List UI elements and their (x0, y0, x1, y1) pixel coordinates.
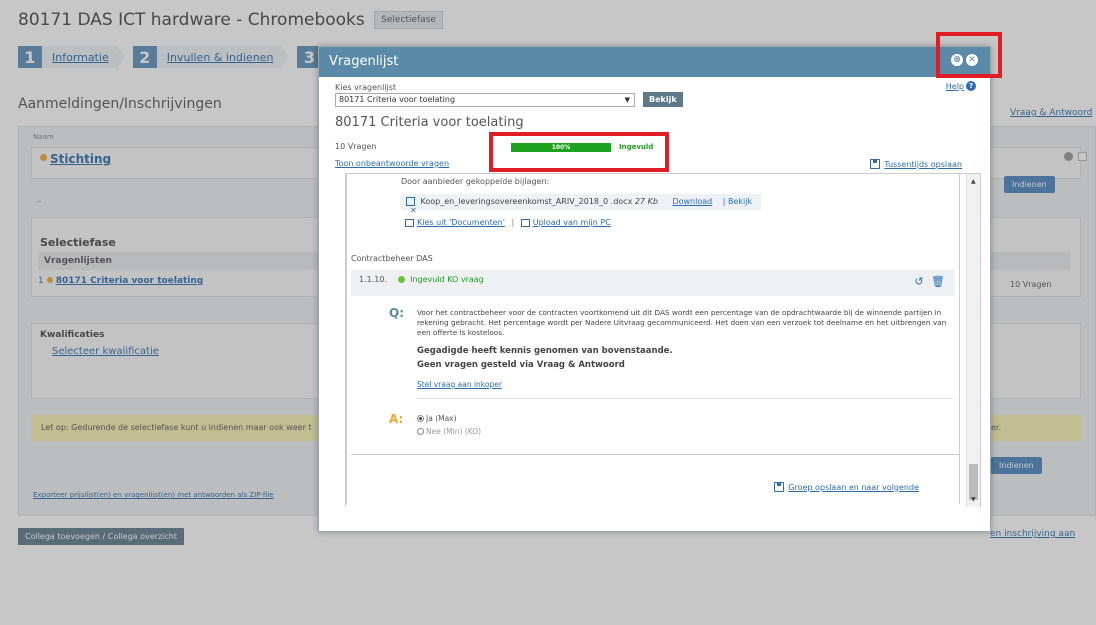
highlight-box-close (936, 32, 1002, 78)
help-text: Help (945, 81, 964, 91)
question-status: Ingevuld (410, 275, 445, 284)
tussentijds-label: Tussentijds opslaan (884, 159, 962, 169)
question-header: 1.1.10. Ingevuld KO vraag ↺ 🗑 (351, 270, 955, 296)
answer-option-ja[interactable]: Ja (Max) (417, 414, 457, 423)
section-title: Contractbeheer DAS (351, 254, 433, 263)
vragenlijst-select[interactable]: 80171 Criteria voor toelating ▼ (335, 93, 635, 107)
kies-label: Kies vragenlijst (335, 83, 397, 92)
highlight-box-progress (489, 132, 669, 172)
question-number: 1.1.10. (359, 275, 387, 284)
answer-option-label: Ja (Max) (426, 414, 457, 423)
attachment-actions: Kies uit 'Documenten' | Upload van mijn … (405, 218, 611, 227)
question-text: Voor het contractbeheer voor de contract… (417, 308, 947, 337)
vragen-count: 10 Vragen (335, 142, 377, 151)
upload-icon (520, 218, 530, 227)
help-icon: ? (966, 81, 976, 91)
bekijk-file-link[interactable]: | Bekijk (723, 197, 752, 206)
file-size: 27 Kb (634, 197, 658, 206)
vragenlijst-heading: 80171 Criteria voor toelating (335, 115, 524, 130)
scrollbar[interactable]: ▲ ▼ (966, 174, 980, 507)
scroll-down-icon[interactable]: ▼ (971, 496, 976, 503)
save-icon (774, 482, 785, 492)
scroll-up-icon[interactable]: ▲ (971, 178, 976, 185)
question-statement-2: Geen vragen gesteld via Vraag & Antwoord (417, 360, 625, 370)
attachment-item: Koop_en_leveringsovereenkomst_ARIV_2018_… (401, 194, 761, 215)
tussentijds-opslaan-button[interactable]: Tussentijds opslaan (870, 159, 962, 169)
a-label: A: (389, 412, 404, 426)
radio-unselected[interactable] (417, 428, 424, 435)
vragenlijst-modal: Vragenlijst ⊗ ✕ Kies vragenlijst 80171 C… (318, 46, 991, 532)
word-doc-icon (406, 197, 415, 206)
radio-selected[interactable] (417, 415, 424, 422)
status-dot-icon (397, 276, 405, 283)
chevron-down-icon: ▼ (624, 96, 630, 104)
undo-icon[interactable]: ↺ (914, 275, 923, 288)
download-link[interactable]: Download (672, 197, 712, 206)
modal-header: Vragenlijst ⊗ ✕ (319, 47, 990, 77)
question-panel: Door aanbieder gekoppelde bijlagen: Koop… (346, 174, 960, 504)
remove-file-icon[interactable]: ✕ (410, 206, 417, 215)
divider (351, 454, 959, 455)
question-scroll-area: Door aanbieder gekoppelde bijlagen: Koop… (345, 173, 981, 507)
file-name: Koop_en_leveringsovereenkomst_ARIV_2018_… (420, 197, 633, 206)
toon-onbeantwoorde-link[interactable]: Toon onbeantwoorde vragen (335, 159, 449, 168)
folder-icon (405, 218, 414, 227)
kies-documenten-link[interactable]: Kies uit 'Documenten' (417, 218, 505, 227)
bekijk-button[interactable]: Bekijk (643, 92, 683, 107)
save-icon (870, 159, 881, 169)
groep-opslaan-label: Groep opslaan en naar volgende (788, 482, 919, 492)
answer-option-label: Nee (Min) (KO) (426, 427, 482, 436)
separator: | (511, 218, 515, 227)
answer-option-nee[interactable]: Nee (Min) (KO) (417, 427, 481, 436)
divider (417, 398, 953, 399)
question-actions: ↺ 🗑 (914, 275, 945, 288)
question-type: KO vraag (447, 275, 484, 284)
upload-link[interactable]: Upload van mijn PC (533, 218, 611, 227)
modal-title: Vragenlijst (329, 54, 399, 69)
help-link[interactable]: Help ? (946, 81, 976, 91)
trash-icon[interactable]: 🗑 (931, 275, 945, 288)
attachments-label: Door aanbieder gekoppelde bijlagen: (401, 177, 550, 186)
groep-opslaan-button[interactable]: Groep opslaan en naar volgende (774, 482, 919, 492)
question-statement-1: Gegadigde heeft kennis genomen van boven… (417, 346, 673, 356)
scrollbar-thumb[interactable] (969, 464, 978, 500)
stel-vraag-link[interactable]: Stel vraag aan inkoper (417, 380, 502, 389)
select-value: 80171 Criteria voor toelating (339, 95, 456, 104)
q-label: Q: (389, 306, 404, 320)
